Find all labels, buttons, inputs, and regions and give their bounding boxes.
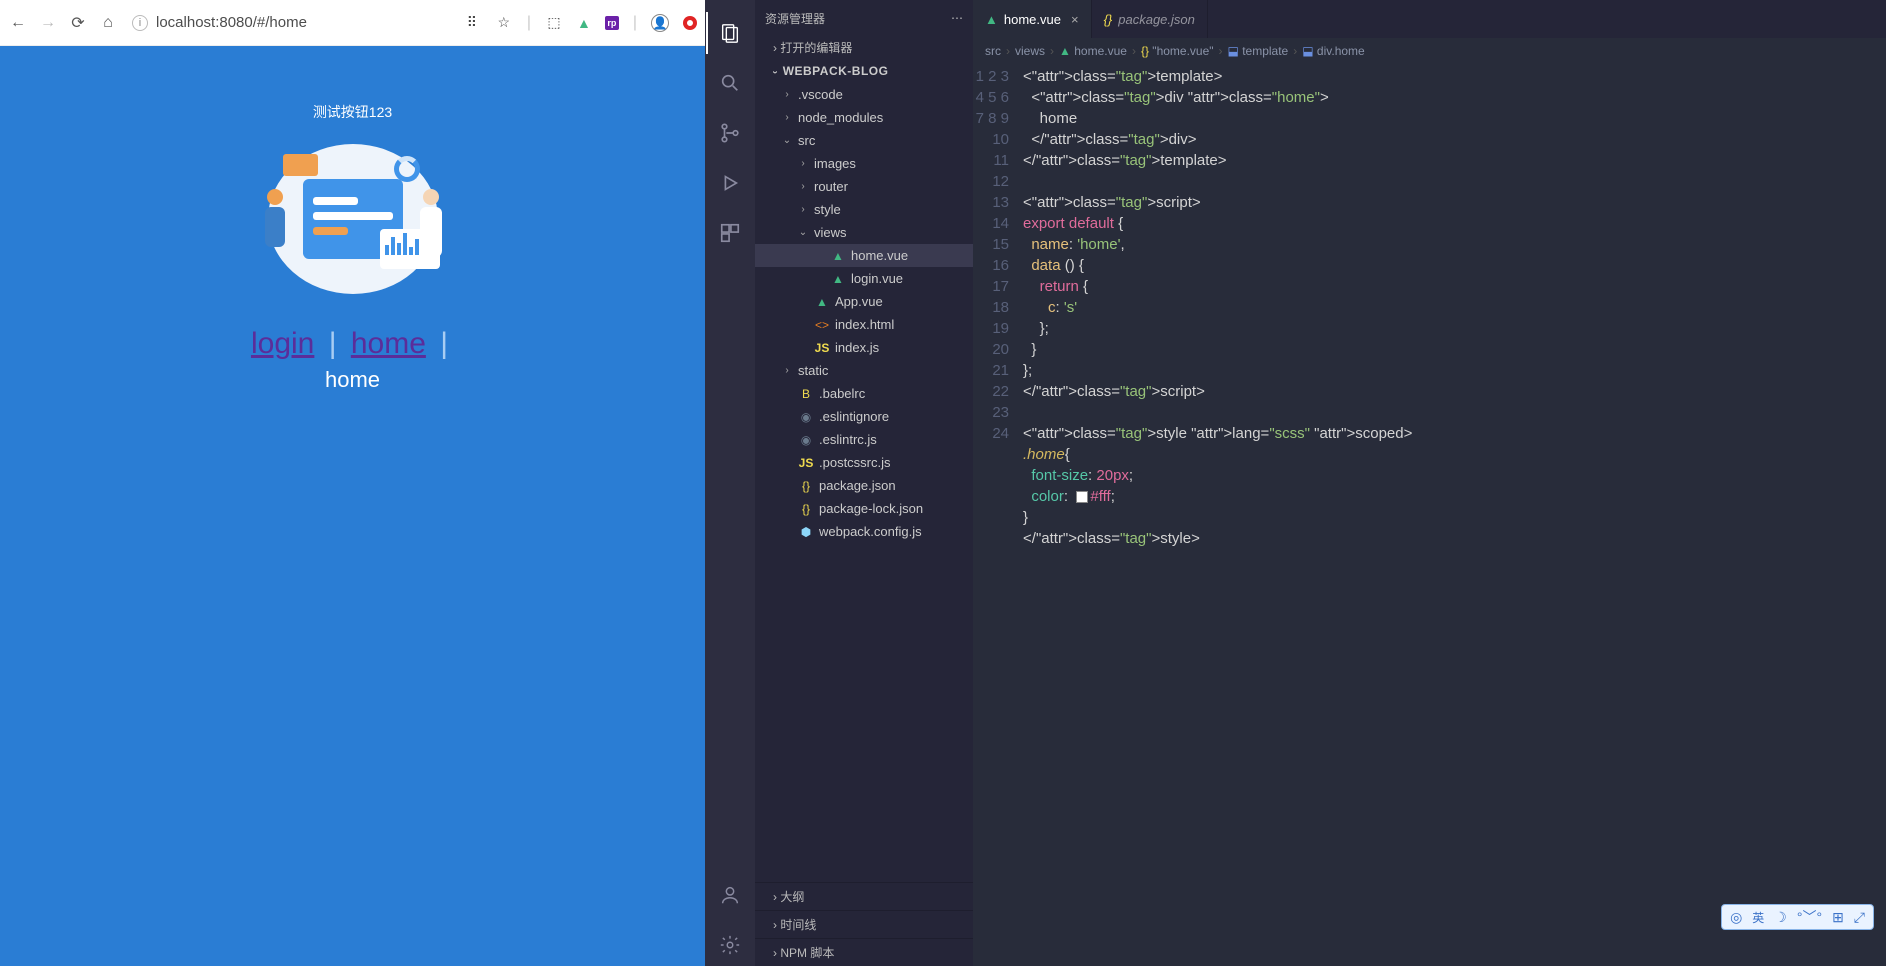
debug-tab-icon[interactable] xyxy=(706,162,754,204)
bottom-panels: › 大纲 › 时间线 › NPM 脚本 xyxy=(755,882,973,966)
tree-item--eslintignore[interactable]: ◉.eslintignore xyxy=(755,405,973,428)
code-editor[interactable]: 1 2 3 4 5 6 7 8 9 10 11 12 13 14 15 16 1… xyxy=(973,64,1886,966)
tab-home-vue[interactable]: ▲home.vue× xyxy=(973,0,1092,38)
tree-item-package-json[interactable]: {}package.json xyxy=(755,474,973,497)
tree-item--postcssrc-js[interactable]: JS.postcssrc.js xyxy=(755,451,973,474)
tree-item-index-js[interactable]: JSindex.js xyxy=(755,336,973,359)
back-icon[interactable]: ← xyxy=(8,13,28,33)
editor-area: ▲home.vue×{}package.json src›views›▲ hom… xyxy=(973,0,1886,966)
forward-icon[interactable]: → xyxy=(38,13,58,33)
activity-bar xyxy=(705,0,755,966)
face-icon[interactable]: °﹀° xyxy=(1797,907,1822,927)
ime-lang[interactable]: 英 xyxy=(1752,909,1764,926)
breadcrumb[interactable]: src›views›▲ home.vue›{} "home.vue"›⬓ tem… xyxy=(973,38,1886,64)
breadcrumb-item[interactable]: ▲ home.vue xyxy=(1059,44,1127,58)
editor-tabs: ▲home.vue×{}package.json xyxy=(973,0,1886,38)
nav-links: login | home | xyxy=(251,327,454,361)
tree-item-home-vue[interactable]: ▲home.vue xyxy=(755,244,973,267)
tree-item-src[interactable]: ⌄src xyxy=(755,129,973,152)
axure-icon[interactable]: rp xyxy=(605,16,619,30)
breadcrumb-item[interactable]: ⬓ template xyxy=(1228,44,1289,58)
login-link[interactable]: login xyxy=(251,327,314,360)
sidebar-header: 资源管理器 ⋯ xyxy=(755,0,973,36)
scm-tab-icon[interactable] xyxy=(706,112,754,154)
tree-item-images[interactable]: ›images xyxy=(755,152,973,175)
home-text: home xyxy=(325,367,380,393)
sidebar: 资源管理器 ⋯ › 打开的编辑器 › WEBPACK-BLOG ›.vscode… xyxy=(755,0,973,966)
home-link[interactable]: home xyxy=(351,327,426,360)
tree-item--eslintrc-js[interactable]: ◉.eslintrc.js xyxy=(755,428,973,451)
tree-item-node_modules[interactable]: ›node_modules xyxy=(755,106,973,129)
home-icon[interactable]: ⌂ xyxy=(98,13,118,33)
line-gutter: 1 2 3 4 5 6 7 8 9 10 11 12 13 14 15 16 1… xyxy=(973,66,1023,966)
explorer-title: 资源管理器 xyxy=(765,10,825,27)
breadcrumb-item[interactable]: ⬓ div.home xyxy=(1302,44,1364,58)
grid-icon[interactable]: ⊞ xyxy=(1832,909,1844,926)
address-bar[interactable]: i localhost:8080/#/home xyxy=(128,14,453,31)
gear-icon[interactable] xyxy=(706,924,754,966)
page-content: 测试按钮123 login | home | home xyxy=(0,46,705,966)
tree-item-index-html[interactable]: <>index.html xyxy=(755,313,973,336)
translate-icon[interactable]: ⠿ xyxy=(463,14,481,31)
expand-icon[interactable]: ⤢ xyxy=(1854,909,1865,926)
explorer-tab-icon[interactable] xyxy=(706,12,754,54)
tree-item--vscode[interactable]: ›.vscode xyxy=(755,83,973,106)
separator: | xyxy=(434,327,454,360)
more-icon[interactable]: ⋯ xyxy=(951,11,963,25)
tree-item-style[interactable]: ›style xyxy=(755,198,973,221)
outline-section[interactable]: › 大纲 xyxy=(755,882,973,910)
vscode-pane: 资源管理器 ⋯ › 打开的编辑器 › WEBPACK-BLOG ›.vscode… xyxy=(705,0,1886,966)
breadcrumb-item[interactable]: {} "home.vue" xyxy=(1141,44,1214,58)
adblock-icon[interactable] xyxy=(683,16,697,30)
test-button-text: 测试按钮123 xyxy=(313,102,392,122)
ime-toolbar[interactable]: ◎ 英 ☽ °﹀° ⊞ ⤢ xyxy=(1721,904,1874,930)
timeline-section[interactable]: › 时间线 xyxy=(755,910,973,938)
separator: | xyxy=(323,327,343,360)
moon-icon[interactable]: ☽ xyxy=(1774,909,1787,926)
open-editors-section[interactable]: › 打开的编辑器 xyxy=(755,36,973,59)
browser-pane: ← → ⟳ ⌂ i localhost:8080/#/home ⠿ ☆ | ⬚ … xyxy=(0,0,705,966)
ime-logo-icon: ◎ xyxy=(1730,909,1742,926)
profile-icon[interactable]: 👤 xyxy=(651,14,669,32)
project-section[interactable]: › WEBPACK-BLOG xyxy=(755,59,973,83)
tree-item-package-lock-json[interactable]: {}package-lock.json xyxy=(755,497,973,520)
tree-item-login-vue[interactable]: ▲login.vue xyxy=(755,267,973,290)
info-icon: i xyxy=(132,15,148,31)
tree-item--babelrc[interactable]: B.babelrc xyxy=(755,382,973,405)
tree-item-static[interactable]: ›static xyxy=(755,359,973,382)
npm-scripts-section[interactable]: › NPM 脚本 xyxy=(755,938,973,966)
extensions-tab-icon[interactable] xyxy=(706,212,754,254)
tree-item-webpack-config-js[interactable]: ⬢webpack.config.js xyxy=(755,520,973,543)
toolbar-right: ⠿ ☆ | ⬚ ▲ rp | 👤 xyxy=(463,14,697,32)
tab-package-json[interactable]: {}package.json xyxy=(1092,0,1208,38)
illustration xyxy=(248,134,458,309)
gift-icon[interactable]: ⬚ xyxy=(545,14,563,31)
search-tab-icon[interactable] xyxy=(706,62,754,104)
reload-icon[interactable]: ⟳ xyxy=(68,13,88,33)
bookmark-icon[interactable]: ☆ xyxy=(495,14,513,31)
breadcrumb-item[interactable]: views xyxy=(1015,44,1045,58)
breadcrumb-item[interactable]: src xyxy=(985,44,1001,58)
tree-item-App-vue[interactable]: ▲App.vue xyxy=(755,290,973,313)
account-icon[interactable] xyxy=(706,874,754,916)
code-content[interactable]: <"attr">class="tag">template> <"attr">cl… xyxy=(1023,66,1886,966)
tree-item-router[interactable]: ›router xyxy=(755,175,973,198)
file-tree: ›.vscode›node_modules⌄src›images›router›… xyxy=(755,83,973,882)
url-text: localhost:8080/#/home xyxy=(156,14,307,31)
close-icon[interactable]: × xyxy=(1071,12,1079,27)
vue-devtools-icon[interactable]: ▲ xyxy=(577,15,591,31)
browser-toolbar: ← → ⟳ ⌂ i localhost:8080/#/home ⠿ ☆ | ⬚ … xyxy=(0,0,705,46)
tree-item-views[interactable]: ⌄views xyxy=(755,221,973,244)
